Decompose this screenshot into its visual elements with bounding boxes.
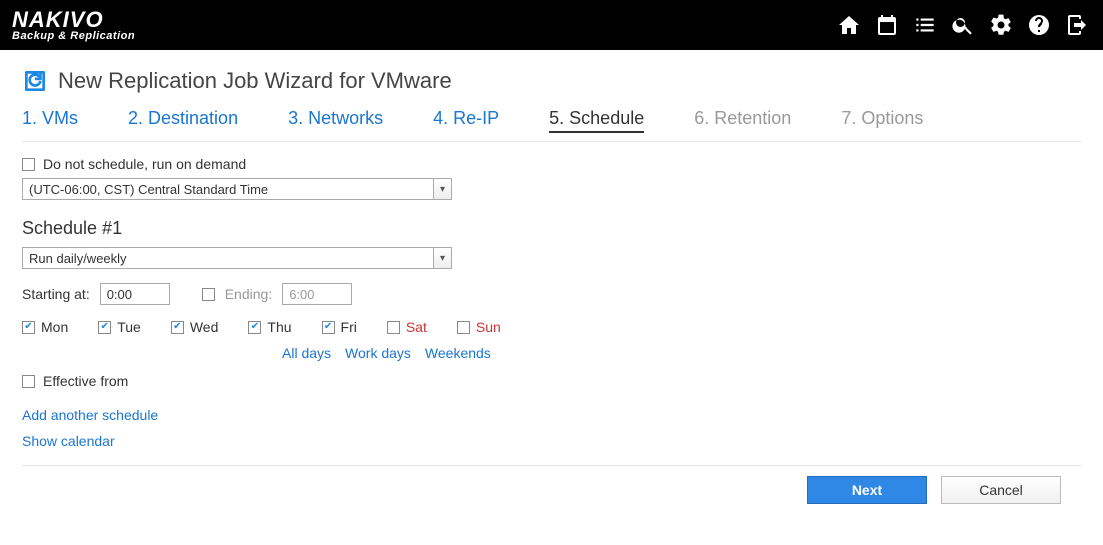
tab-vms[interactable]: 1. VMs xyxy=(22,108,78,131)
search-icon[interactable] xyxy=(949,11,977,39)
chevron-down-icon: ▾ xyxy=(433,248,451,268)
ending-label: Ending: xyxy=(225,286,272,302)
tab-options[interactable]: 7. Options xyxy=(841,108,923,131)
ending-time-input[interactable]: 6:00 xyxy=(282,283,352,305)
add-schedule-link[interactable]: Add another schedule xyxy=(22,407,1081,423)
calendar-icon[interactable] xyxy=(873,11,901,39)
ending-checkbox[interactable] xyxy=(202,288,215,301)
gear-icon[interactable] xyxy=(987,11,1015,39)
starting-time-input[interactable]: 0:00 xyxy=(100,283,170,305)
next-button[interactable]: Next xyxy=(807,476,927,504)
timezone-select[interactable]: (UTC-06:00, CST) Central Standard Time ▾ xyxy=(22,178,452,200)
day-presets: All days Work days Weekends xyxy=(282,345,1081,361)
day-tue-checkbox[interactable] xyxy=(98,321,111,334)
schedule-links: Add another schedule Show calendar xyxy=(22,407,1081,449)
day-thu-label: Thu xyxy=(267,319,291,335)
do-not-schedule-row: Do not schedule, run on demand xyxy=(22,156,1081,172)
effective-from-label: Effective from xyxy=(43,373,128,389)
app-header: NAKIVO Backup & Replication xyxy=(0,0,1103,50)
page-title: New Replication Job Wizard for VMware xyxy=(58,68,452,94)
time-row: Starting at: 0:00 Ending: 6:00 xyxy=(22,283,1081,305)
day-wed-checkbox[interactable] xyxy=(171,321,184,334)
tab-retention[interactable]: 6. Retention xyxy=(694,108,791,131)
days-row: Mon Tue Wed Thu Fri Sat Sun xyxy=(22,319,1081,335)
refresh-icon xyxy=(22,68,48,94)
schedule-section-title: Schedule #1 xyxy=(22,218,1081,239)
effective-from-checkbox[interactable] xyxy=(22,375,35,388)
do-not-schedule-label: Do not schedule, run on demand xyxy=(43,156,246,172)
help-icon[interactable] xyxy=(1025,11,1053,39)
preset-all-days[interactable]: All days xyxy=(282,345,331,361)
wizard-tabs: 1. VMs 2. Destination 3. Networks 4. Re-… xyxy=(22,108,1081,142)
tab-reip[interactable]: 4. Re-IP xyxy=(433,108,499,131)
frequency-select[interactable]: Run daily/weekly ▾ xyxy=(22,247,452,269)
day-sun-label: Sun xyxy=(476,319,501,335)
day-wed-label: Wed xyxy=(190,319,219,335)
day-fri-label: Fri xyxy=(341,319,357,335)
day-thu-checkbox[interactable] xyxy=(248,321,261,334)
wizard-content: New Replication Job Wizard for VMware 1.… xyxy=(0,50,1103,504)
day-mon-checkbox[interactable] xyxy=(22,321,35,334)
day-fri-checkbox[interactable] xyxy=(322,321,335,334)
wizard-footer: Next Cancel xyxy=(22,466,1081,504)
preset-weekends[interactable]: Weekends xyxy=(425,345,491,361)
timezone-value: (UTC-06:00, CST) Central Standard Time xyxy=(29,182,268,197)
effective-from-row: Effective from xyxy=(22,373,1081,389)
chevron-down-icon: ▾ xyxy=(433,179,451,199)
title-row: New Replication Job Wizard for VMware xyxy=(22,68,1081,94)
header-toolbar xyxy=(835,11,1091,39)
list-icon[interactable] xyxy=(911,11,939,39)
logout-icon[interactable] xyxy=(1063,11,1091,39)
day-sat-checkbox[interactable] xyxy=(387,321,400,334)
brand-name: NAKIVO xyxy=(12,9,135,31)
brand-logo: NAKIVO Backup & Replication xyxy=(12,9,135,42)
brand-tagline: Backup & Replication xyxy=(12,31,135,42)
day-tue-label: Tue xyxy=(117,319,141,335)
show-calendar-link[interactable]: Show calendar xyxy=(22,433,1081,449)
tab-schedule[interactable]: 5. Schedule xyxy=(549,108,644,133)
cancel-button[interactable]: Cancel xyxy=(941,476,1061,504)
frequency-value: Run daily/weekly xyxy=(29,251,127,266)
day-mon-label: Mon xyxy=(41,319,68,335)
tab-destination[interactable]: 2. Destination xyxy=(128,108,238,131)
preset-work-days[interactable]: Work days xyxy=(345,345,411,361)
starting-label: Starting at: xyxy=(22,286,90,302)
do-not-schedule-checkbox[interactable] xyxy=(22,158,35,171)
home-icon[interactable] xyxy=(835,11,863,39)
day-sun-checkbox[interactable] xyxy=(457,321,470,334)
day-sat-label: Sat xyxy=(406,319,427,335)
tab-networks[interactable]: 3. Networks xyxy=(288,108,383,131)
